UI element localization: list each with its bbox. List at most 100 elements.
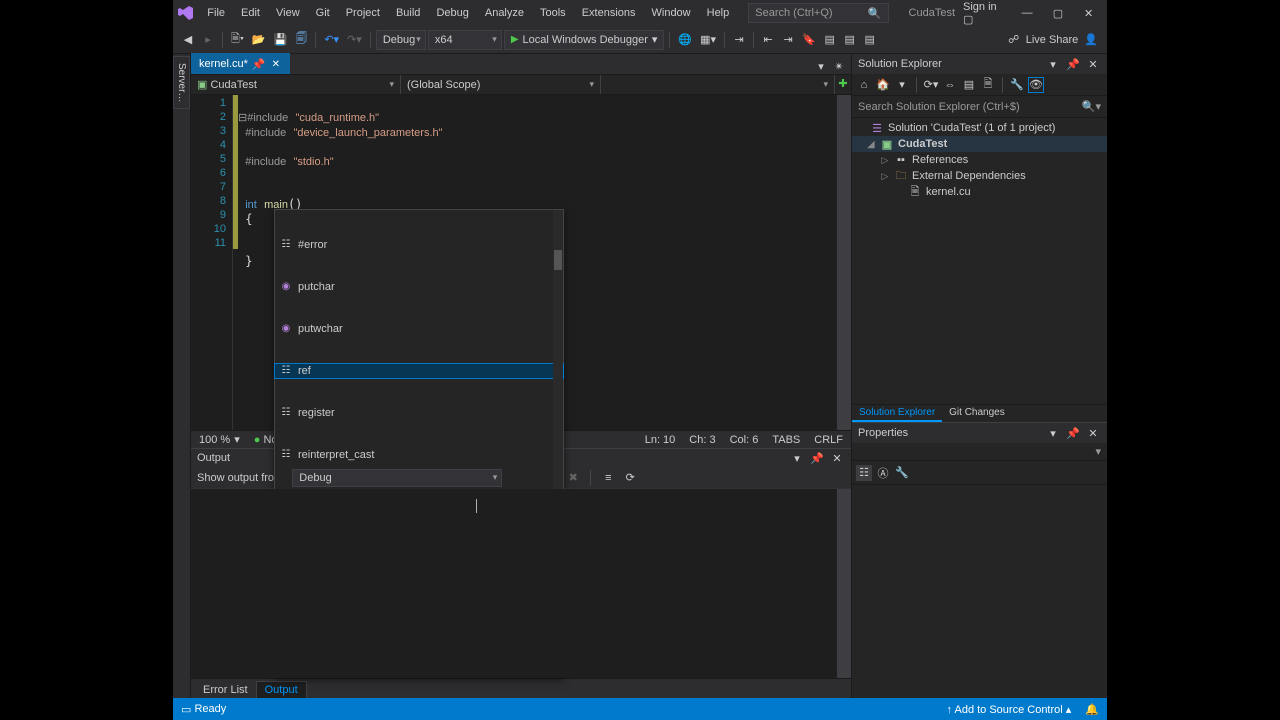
external-deps-node[interactable]: ▷🗀External Dependencies [852,168,1107,184]
output-lock-icon[interactable]: ⟳ [622,470,638,486]
intellisense-item[interactable]: ☷register [275,406,563,420]
references-node[interactable]: ▷▪▪References [852,152,1107,168]
prop-dropdown-icon[interactable]: ▾ [1095,445,1101,458]
step-into-button[interactable]: ⇥ [730,30,748,50]
browser-link-button[interactable]: 🌐 [675,30,695,50]
pin-icon[interactable]: 📌 [252,58,266,71]
code-area[interactable]: ⊟#include "cuda_runtime.h" #include "dev… [238,95,837,430]
menu-edit[interactable]: Edit [234,4,267,22]
menu-debug[interactable]: Debug [429,4,475,22]
sol-sync-icon[interactable]: ⇔ [942,77,958,93]
undo-button[interactable]: ↶▾ [321,30,342,50]
sol-collapse-icon[interactable]: ▤ [961,77,977,93]
zoom-dropdown-icon[interactable]: ▾ [234,433,240,446]
menu-window[interactable]: Window [645,4,698,22]
uncomment-button[interactable]: ▤ [841,30,859,50]
prop-pages-icon[interactable]: 🔧 [894,465,910,481]
start-debugging-button[interactable]: ▶Local Windows Debugger ▾ [504,30,665,50]
output-dropdown-icon[interactable]: ▾ [789,450,805,466]
file-node-kernel[interactable]: 🗎kernel.cu [852,184,1107,200]
sol-showall-icon[interactable]: 🗎 [980,77,996,93]
intellisense-item-selected[interactable]: ☷ref [275,364,563,378]
solution-root-node[interactable]: ☰Solution 'CudaTest' (1 of 1 project) [852,120,1107,136]
split-editor-icon[interactable]: ✚ [835,75,851,91]
quick-launch-search[interactable]: Search (Ctrl+Q) 🔍 [748,3,888,23]
pane-dropdown-icon[interactable]: ▾ [1045,56,1061,72]
save-button[interactable]: 💾 [271,30,291,50]
solution-config-select[interactable]: Debug [376,30,426,50]
output-wrap-icon[interactable]: ≡ [600,470,616,486]
output-scrollbar[interactable] [837,489,851,678]
file-tab-kernel[interactable]: kernel.cu* 📌 ✕ [191,53,290,74]
alphabetical-icon[interactable]: Ⓐ [875,465,891,481]
nav-scope-select[interactable]: (Global Scope) [401,75,601,94]
zoom-level[interactable]: 100 % [199,434,230,446]
format-button[interactable]: ▤ [861,30,879,50]
outdent-button[interactable]: ⇤ [759,30,777,50]
menu-help[interactable]: Help [700,4,737,22]
output-close-icon[interactable]: ✕ [829,450,845,466]
categorized-icon[interactable]: ☷ [856,465,872,481]
close-tab-icon[interactable]: ✕ [270,59,282,70]
error-list-tab[interactable]: Error List [195,682,256,698]
pane-dropdown-icon[interactable]: ▾ [1045,425,1061,441]
feedback-icon[interactable]: 👤 [1081,30,1101,50]
pane-close-icon[interactable]: ✕ [1085,56,1101,72]
sol-home-icon[interactable]: ⌂ [856,77,872,93]
intellisense-item[interactable]: ☷reinterpret_cast [275,448,563,462]
bookmark-button[interactable]: 🔖 [799,30,819,50]
project-node[interactable]: ◢▣CudaTest [852,136,1107,152]
comment-button[interactable]: ▤ [821,30,839,50]
menu-build[interactable]: Build [389,4,427,22]
nav-back-button[interactable]: ◀ [179,30,197,50]
output-tab[interactable]: Output [256,681,307,698]
intellisense-item[interactable]: ◉putchar [275,280,563,294]
solution-search[interactable]: Search Solution Explorer (Ctrl+$) 🔍▾ [852,96,1107,118]
code-editor[interactable]: 1234567891011 ⊟#include "cuda_runtime.h"… [191,95,851,430]
indent-mode[interactable]: TABS [772,434,800,446]
nav-member-select[interactable] [601,75,835,94]
menu-analyze[interactable]: Analyze [478,4,531,22]
output-body[interactable] [191,489,851,678]
run-tests-button[interactable]: ▦▾ [697,30,719,50]
output-clear-icon[interactable]: ✖ [565,470,581,486]
save-all-button[interactable]: 🗐 [292,30,310,50]
pane-close-icon[interactable]: ✕ [1085,425,1101,441]
menu-view[interactable]: View [269,4,307,22]
menu-project[interactable]: Project [339,4,387,22]
sol-refresh-icon[interactable]: ⟳▾ [923,77,939,93]
new-project-button[interactable]: 🗎▾ [228,30,247,50]
minimize-button[interactable]: ― [1013,1,1042,25]
solution-platform-select[interactable]: x64 [428,30,502,50]
open-file-button[interactable]: 📂 [249,30,269,50]
intellisense-item[interactable]: ◉putwchar [275,322,563,336]
pane-pin-icon[interactable]: 📌 [1065,425,1081,441]
live-share-icon[interactable]: ☍ [1005,30,1023,50]
solution-tree[interactable]: ☰Solution 'CudaTest' (1 of 1 project) ◢▣… [852,118,1107,404]
output-pin-icon[interactable]: 📌 [809,450,825,466]
indent-button[interactable]: ⇥ [779,30,797,50]
output-source-select[interactable]: Debug [292,469,502,487]
tab-dropdown-icon[interactable]: ▾ [813,58,829,74]
sol-nesting-icon[interactable]: ▾ [894,77,910,93]
sol-allfiles-icon[interactable]: 🏠 [875,77,891,93]
menu-tools[interactable]: Tools [533,4,573,22]
nav-project-select[interactable]: ▣ CudaTest [191,75,401,94]
notifications-icon[interactable]: 🔔 [1085,703,1099,716]
git-changes-tab[interactable]: Git Changes [942,405,1012,422]
server-explorer-tab[interactable]: Server… [173,56,190,109]
line-ending[interactable]: CRLF [814,434,843,446]
pane-pin-icon[interactable]: 📌 [1065,56,1081,72]
editor-scrollbar[interactable] [837,95,851,430]
menu-extensions[interactable]: Extensions [575,4,643,22]
sol-properties-icon[interactable]: 🔧 [1009,77,1025,93]
solution-explorer-tab[interactable]: Solution Explorer [852,405,942,422]
live-share-button[interactable]: Live Share [1026,34,1079,46]
nav-forward-button[interactable]: ▸ [199,30,217,50]
intellisense-item[interactable]: ☷#error [275,238,563,252]
menu-file[interactable]: File [200,4,232,22]
menu-git[interactable]: Git [309,4,337,22]
add-source-control-button[interactable]: ↑ Add to Source Control ▴ [947,703,1072,716]
maximize-button[interactable]: ▢ [1044,1,1073,25]
close-button[interactable]: ✕ [1074,1,1103,25]
